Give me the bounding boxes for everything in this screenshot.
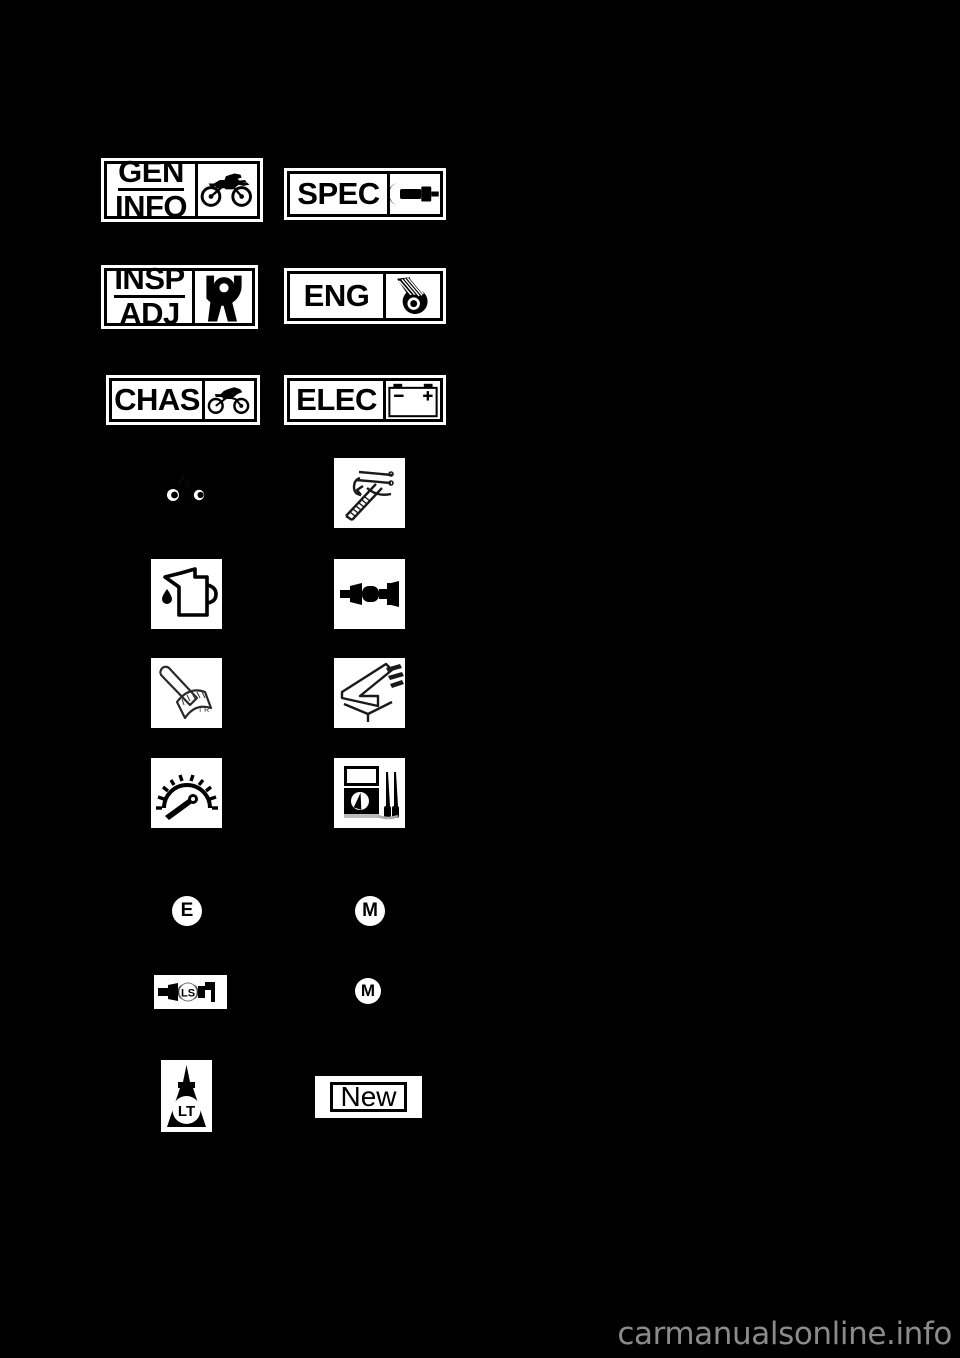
symbol-cell-special-tool [334,559,405,629]
vernier-caliper-icon [334,658,405,728]
svg-text:T R: T R [198,707,209,714]
locking-agent-letter: LT [178,1103,195,1120]
symbol-cell-torque-wrench: T R [151,658,222,728]
symbol-cell-lithium-soap-grease: LS [154,975,227,1009]
tachometer-gauge-icon [151,758,222,828]
symbol-cell-engine-speed-gauge [151,758,222,828]
symbol-cell-vernier-caliper [334,658,405,728]
special-tool-icon [334,559,405,629]
fluid-fill-icon [151,460,223,530]
grease-gun-icon: LS [154,975,227,1009]
symbol-cell-electrical-tester [334,758,405,828]
symbol-legend: T R E M M LS LT New [0,0,960,1358]
new-part-symbol: New [315,1076,422,1118]
multimeter-icon [334,758,405,828]
molybdenum-badge-2-letter: M [360,981,376,1000]
oil-can-icon [151,559,222,629]
molybdenum-badge-1: M [355,896,385,926]
symbol-cell-snap-ring-plier [334,458,405,528]
molybdenum-badge-1-letter: M [362,900,378,921]
new-part-symbol-frame: New [330,1081,407,1112]
torque-wrench-icon: T R [151,658,222,728]
engine-oil-badge: E [172,896,202,926]
lock-agent-bottle-icon: LT [161,1060,212,1132]
site-watermark: carmanualsonline.info [617,1316,952,1352]
engine-oil-badge-letter: E [180,900,194,921]
snap-ring-plier-icon [334,458,405,528]
symbol-cell-engine-oil [151,559,222,629]
symbol-cell-locking-agent: LT [161,1060,212,1132]
symbol-cell-filling-fluid [151,460,223,530]
lithium-soap-grease-letter: LS [181,988,195,1000]
new-part-symbol-label: New [340,1081,397,1112]
molybdenum-badge-2: M [355,978,381,1004]
